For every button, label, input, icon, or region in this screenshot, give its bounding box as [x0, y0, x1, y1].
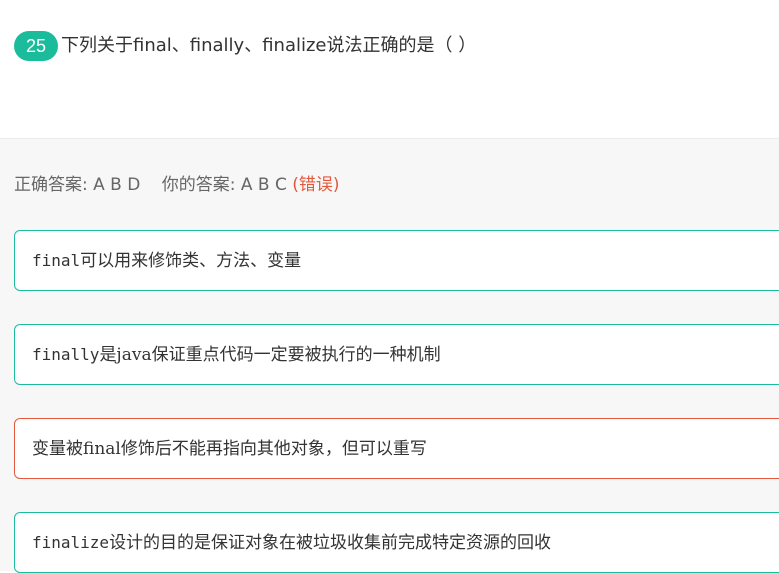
option-b-text: finally是java保证重点代码一定要被执行的一种机制	[32, 342, 441, 368]
option-d[interactable]: finalize设计的目的是保证对象在被垃圾收集前完成特定资源的回收	[14, 512, 779, 573]
your-answer-value: A B C	[240, 175, 287, 195]
option-a-desc: 可以用来修饰类、方法、变量	[80, 251, 302, 271]
option-a[interactable]: final可以用来修饰类、方法、变量	[14, 230, 779, 291]
answer-summary: 正确答案: A B D 你的答案: A B C (错误)	[14, 171, 340, 199]
correct-answer-label: 正确答案:	[14, 175, 88, 195]
option-b-code: finally	[32, 345, 100, 364]
option-b[interactable]: finally是java保证重点代码一定要被执行的一种机制	[14, 324, 779, 385]
option-a-text: final可以用来修饰类、方法、变量	[32, 248, 301, 274]
correct-answer-value: A B D	[93, 175, 141, 195]
option-d-desc: 设计的目的是保证对象在被垃圾收集前完成特定资源的回收	[109, 533, 552, 553]
question-area: 25 下列关于final、finally、finalize说法正确的是（ ）	[0, 0, 779, 139]
option-d-text: finalize设计的目的是保证对象在被垃圾收集前完成特定资源的回收	[32, 530, 551, 556]
question-text: 下列关于final、finally、finalize说法正确的是（ ）	[61, 35, 477, 56]
option-a-code: final	[32, 251, 81, 270]
option-b-desc: 是java保证重点代码一定要被执行的一种机制	[99, 345, 441, 365]
question-number-badge: 25	[14, 31, 58, 61]
your-answer-label: 你的答案:	[161, 175, 236, 195]
answer-status: (错误)	[292, 175, 340, 195]
option-d-code: finalize	[32, 533, 110, 552]
option-c[interactable]: 变量被final修饰后不能再指向其他对象，但可以重写	[14, 418, 779, 479]
option-c-text: 变量被final修饰后不能再指向其他对象，但可以重写	[32, 436, 427, 462]
option-c-desc: 变量被final修饰后不能再指向其他对象，但可以重写	[32, 439, 427, 459]
